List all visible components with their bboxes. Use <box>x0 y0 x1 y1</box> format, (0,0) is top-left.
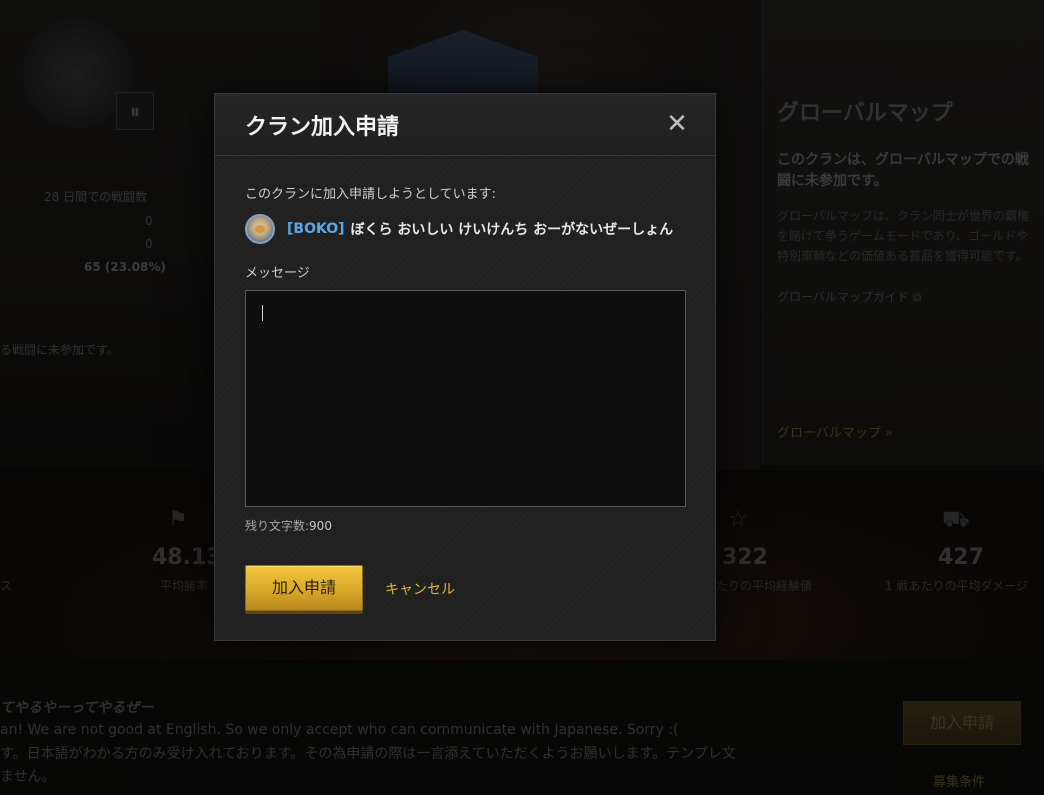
message-textarea[interactable] <box>245 290 686 507</box>
intro-text: このクランに加入申請しようとしています: <box>245 187 496 202</box>
submit-request-button[interactable]: 加入申請 <box>245 565 363 611</box>
message-label: メッセージ <box>245 266 310 281</box>
clan-info: [BOKO] ぼくら おいしい けいけんち おーがないぜーしょん <box>245 213 673 245</box>
remaining-label: 残り文字数: <box>245 519 310 533</box>
dialog-header: クラン加入申請 ✕ <box>215 94 715 156</box>
remaining-count: 900 <box>309 519 332 533</box>
clan-emblem-icon <box>245 214 275 244</box>
cancel-button[interactable]: キャンセル <box>385 579 455 599</box>
clan-name: ぼくら おいしい けいけんち おーがないぜーしょん <box>350 222 674 238</box>
dialog-title: クラン加入申請 <box>245 115 400 140</box>
close-icon[interactable]: ✕ <box>663 110 691 138</box>
clan-join-request-dialog: クラン加入申請 ✕ このクランに加入申請しようとしています: [BOKO] ぼく… <box>214 93 716 641</box>
text-caret <box>262 305 263 321</box>
remaining-characters: 残り文字数:900 <box>245 517 332 534</box>
clan-tag: [BOKO] <box>287 221 345 237</box>
